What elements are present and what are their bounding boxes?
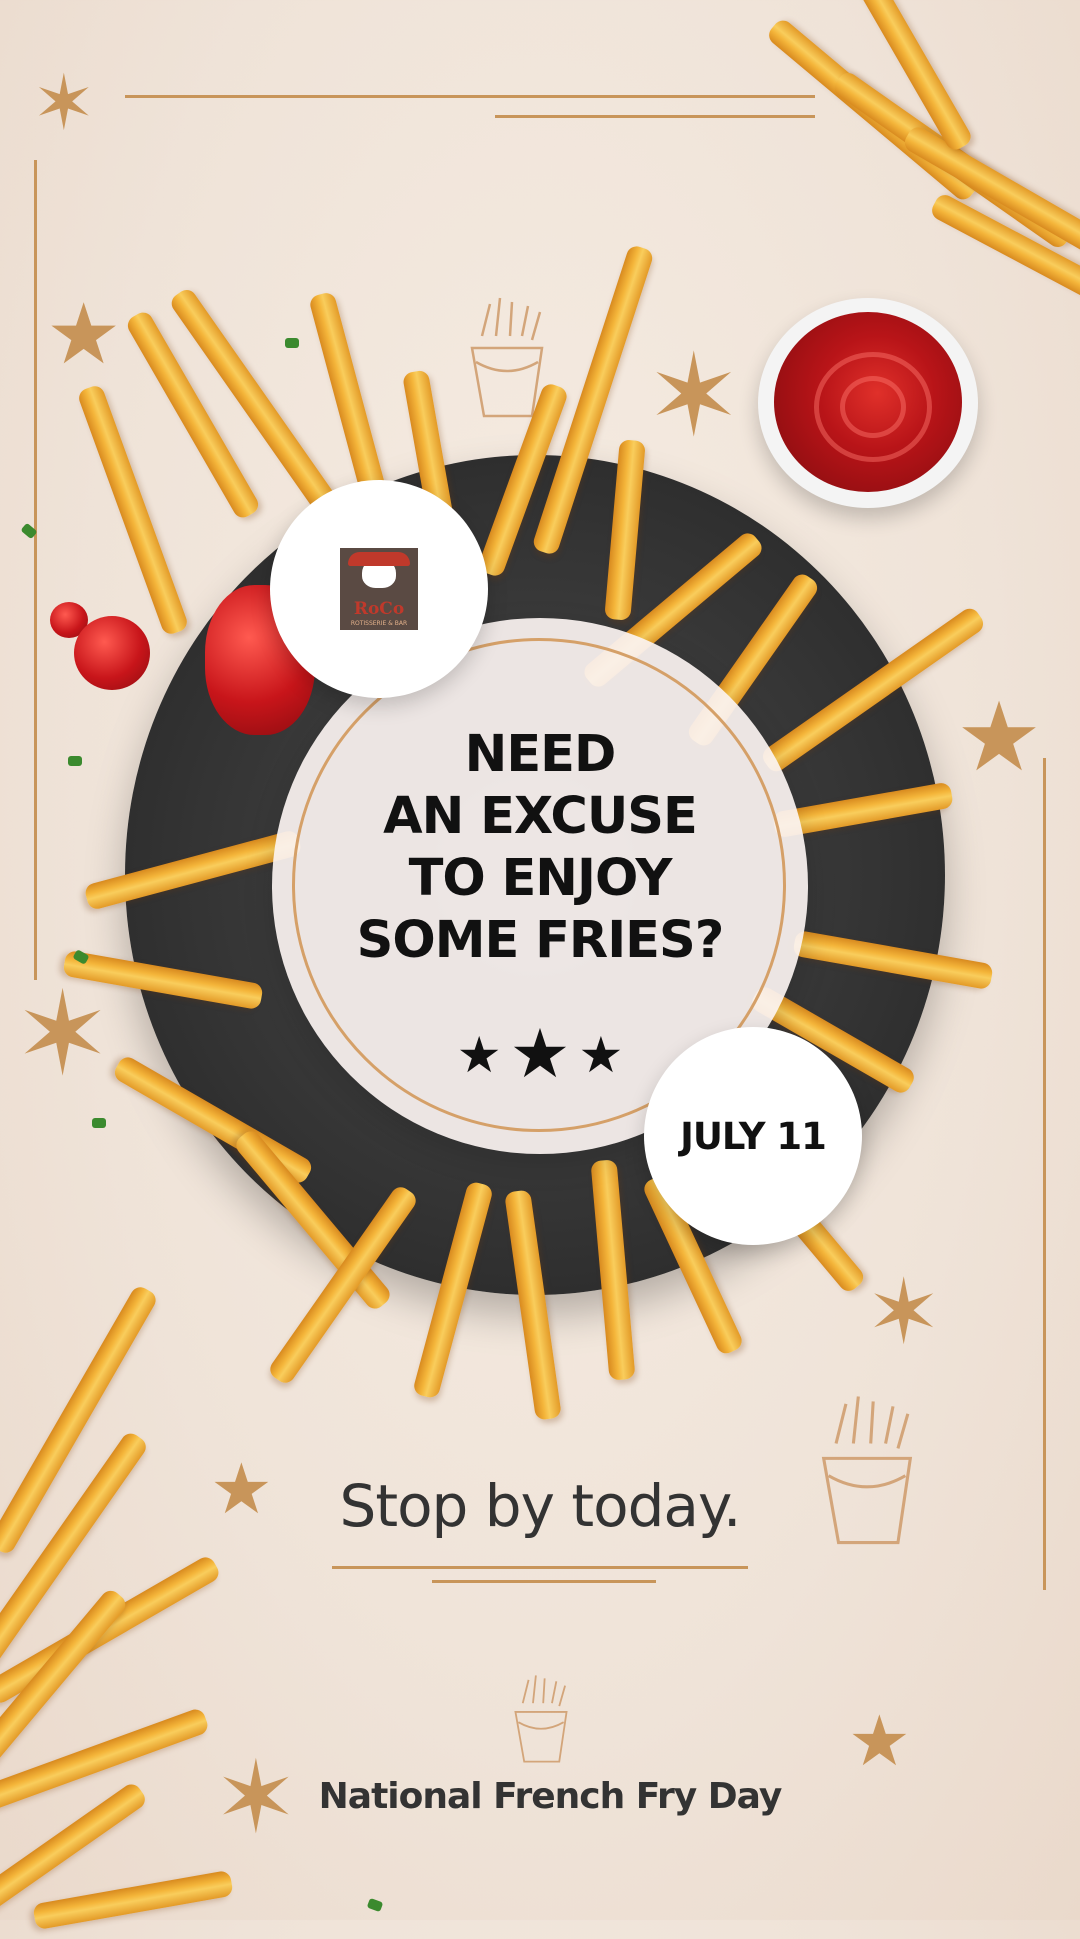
herb <box>285 338 299 348</box>
ketchup-bowl <box>758 298 978 508</box>
logo: RoCo ROTISSERIE & BAR <box>340 548 418 630</box>
star-icon: ★ <box>578 1026 624 1083</box>
logo-badge: RoCo ROTISSERIE & BAR <box>270 480 488 698</box>
star-icon: ★ <box>956 684 1043 791</box>
fries-box-icon <box>514 1675 568 1763</box>
herb <box>92 1118 106 1128</box>
star-icon: ★ <box>210 1450 273 1528</box>
star-icon: ★ <box>456 1026 502 1083</box>
herb <box>68 756 82 766</box>
event-date: JULY 11 <box>680 1114 827 1158</box>
fries-box-icon <box>821 1396 913 1545</box>
star-icon: ★ <box>848 1702 911 1780</box>
tagline-underline <box>332 1566 748 1569</box>
ketchup-drop <box>74 616 150 690</box>
star-icon: ★ <box>509 1016 571 1092</box>
frame-line-left <box>34 160 37 980</box>
logo-name: RoCo <box>353 599 405 619</box>
logo-subtitle: ROTISSERIE & BAR <box>350 620 408 627</box>
sparkle-star-icon: ✶ <box>32 61 96 146</box>
herb <box>366 1897 384 1913</box>
tagline: Stop by today. <box>339 1472 742 1540</box>
frame-line-top-short <box>495 115 815 118</box>
star-icon: ★ <box>46 287 122 381</box>
event-name: National French Fry Day <box>318 1776 783 1817</box>
sparkle-star-icon: ✶ <box>646 333 742 460</box>
headline: NEED AN EXCUSE TO ENJOY SOME FRIES? <box>356 725 725 970</box>
tagline-underline-short <box>432 1580 656 1583</box>
sparkle-star-icon: ✶ <box>866 1263 942 1363</box>
frame-line-top <box>125 95 815 98</box>
sparkle-star-icon: ✶ <box>14 969 112 1099</box>
frame-line-right <box>1043 758 1046 1590</box>
date-badge: JULY 11 <box>644 1027 862 1245</box>
